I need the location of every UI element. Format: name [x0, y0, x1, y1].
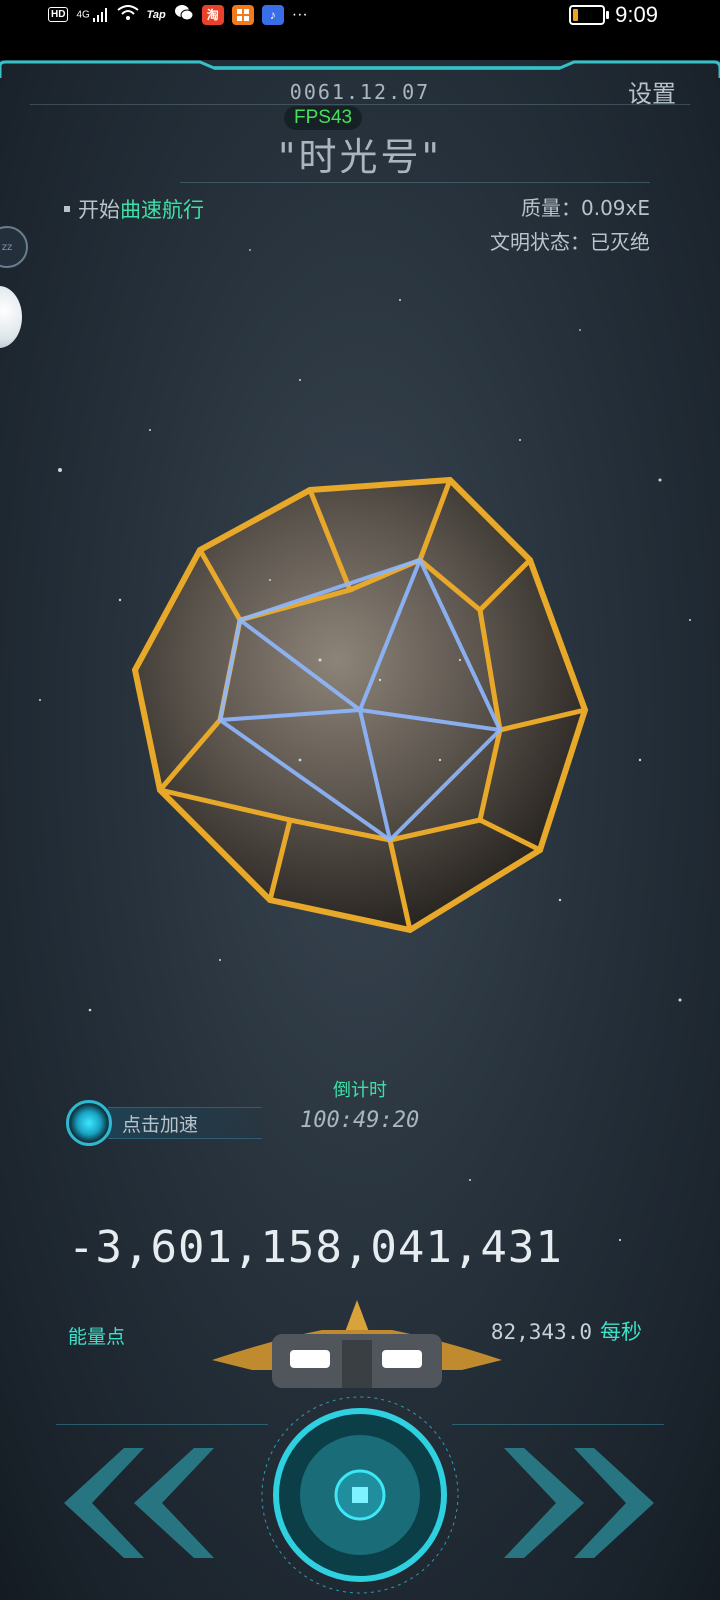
double-chevron-right-icon[interactable] [504, 1448, 654, 1558]
status-right: 9:09 [569, 2, 658, 28]
clock: 9:09 [615, 2, 658, 27]
task-highlight: 曲速航行 [120, 198, 204, 222]
more-notifications: ··· [291, 5, 308, 23]
accelerate-label: 点击加速 [108, 1107, 262, 1139]
network-type: 4G [76, 9, 90, 21]
energy-rate-unit: 每秒 [600, 1320, 642, 1344]
countdown-label: 倒计时 [333, 1080, 387, 1101]
music-app-icon: ♪ [261, 4, 284, 25]
game-date: 0061.12.07 [289, 80, 431, 104]
energy-points-label: 能量点 [68, 1326, 126, 1348]
battery-icon [569, 5, 610, 25]
energy-points-value: -3,601,158,041,431 [68, 1222, 563, 1273]
energy-rate: 82,343.0 每秒 [491, 1316, 642, 1346]
status-bar: HD 4G Tap 淘 ♪ ··· 9:09 [0, 0, 720, 60]
tap-icon: Tap [146, 8, 166, 21]
title-divider [180, 182, 650, 183]
warp-core-button-icon[interactable] [250, 1390, 470, 1600]
countdown-timer: 100:49:20 [300, 1108, 420, 1133]
task-prefix: 开始 [78, 198, 120, 222]
wifi-icon [116, 5, 139, 24]
bottom-divider-left [56, 1424, 268, 1425]
ship-name: "时光号" [278, 135, 442, 179]
mass-stat: 质量：0.09xE [520, 196, 650, 220]
moon-button[interactable] [0, 286, 22, 348]
status-icons: HD 4G Tap 淘 ♪ ··· [48, 4, 308, 25]
wechat-icon [174, 4, 194, 25]
settings-button[interactable]: 设置 [628, 74, 676, 109]
fps-counter: FPS43 [284, 106, 363, 130]
energy-rate-value: 82,343.0 [490, 1320, 592, 1344]
accelerate-button[interactable]: 点击加速 [66, 1100, 266, 1146]
bottom-divider-right [452, 1424, 664, 1425]
accelerate-orb-icon [66, 1100, 112, 1146]
sleep-icon: zz [1, 241, 13, 253]
hd-badge: HD [48, 7, 69, 22]
top-frame-decoration [0, 60, 720, 78]
taobao-app-icon: 淘 [201, 4, 224, 25]
header-divider [30, 104, 690, 105]
bullet-icon [64, 206, 70, 212]
orange-app-icon [231, 4, 254, 25]
civilization-status: 文明状态：已灭绝 [490, 230, 650, 254]
signal-icon: 4G [76, 7, 108, 22]
sleep-button[interactable]: zz [0, 226, 28, 268]
game-screen: HD 4G Tap 淘 ♪ ··· 9:09 0061.12.07 设置 "时光… [0, 0, 720, 1600]
planet-dodecahedron[interactable] [120, 460, 600, 940]
task-objective[interactable]: 开始 曲速航行 [64, 194, 204, 224]
double-chevron-left-icon[interactable] [64, 1448, 214, 1558]
